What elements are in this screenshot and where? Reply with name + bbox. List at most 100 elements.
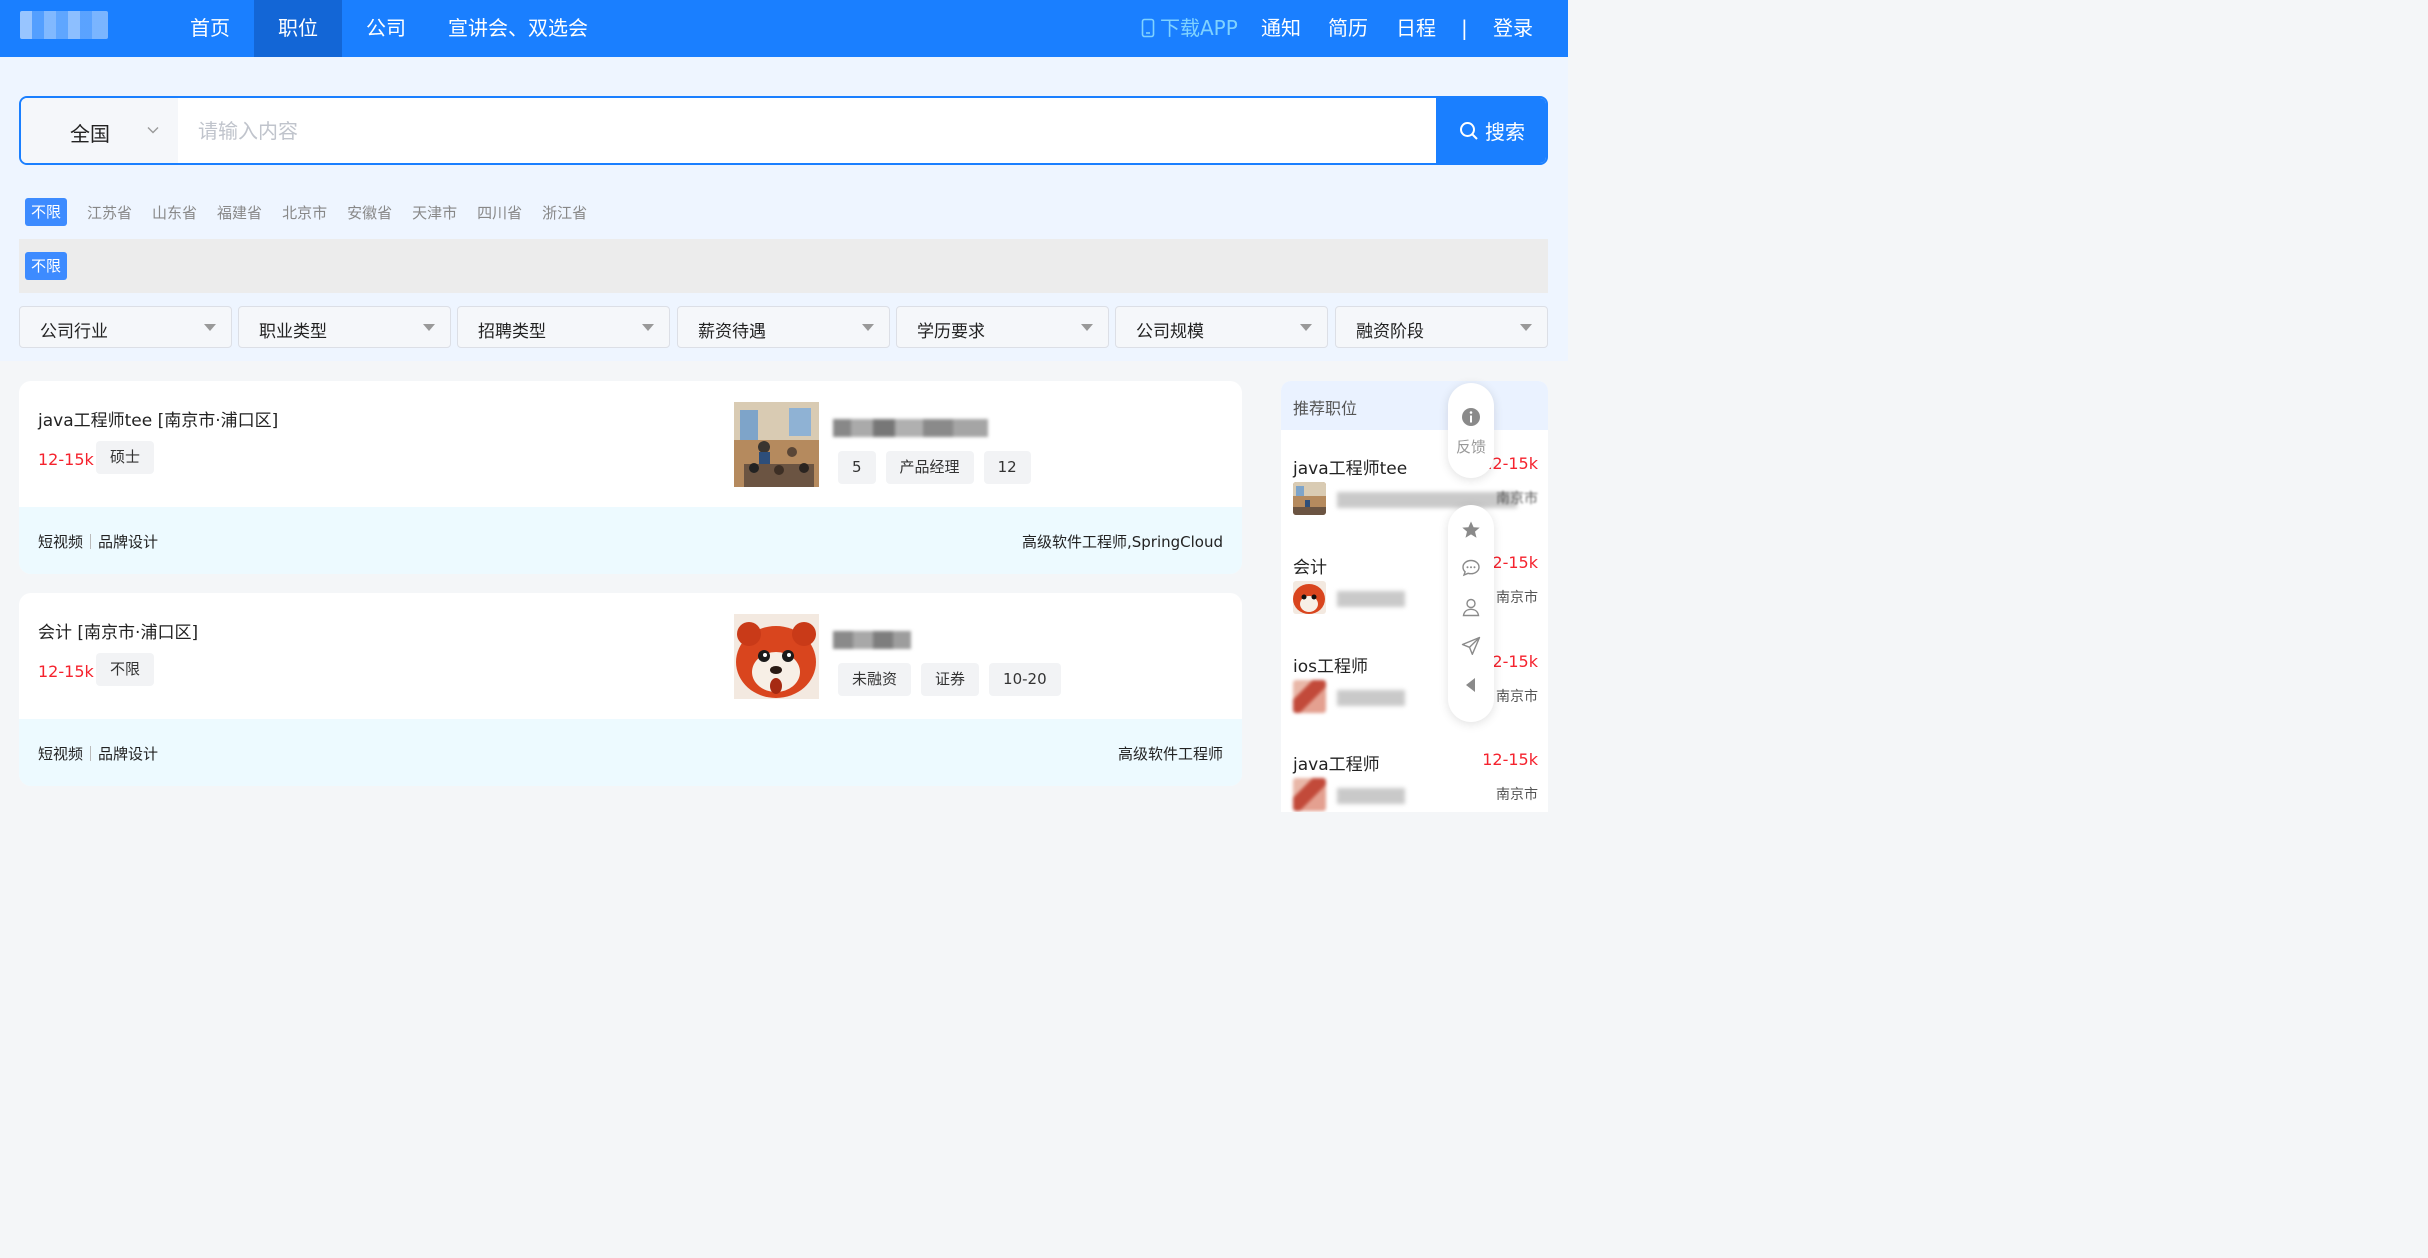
caret-down-icon (1081, 324, 1093, 331)
company-logo[interactable] (734, 402, 819, 487)
recommended-jobs-panel: 推荐职位 java工程师tee 12-15k 南京市 会计 12-15k 南京市… (1281, 381, 1548, 812)
filter-funding[interactable]: 融资阶段 (1335, 306, 1548, 348)
filter-label: 职业类型 (259, 322, 327, 342)
company-name-redacted (1337, 690, 1405, 706)
tag-divider (90, 746, 92, 761)
province-item[interactable]: 江苏省 (87, 202, 132, 223)
search-input[interactable] (178, 98, 1436, 163)
filter-label: 公司行业 (40, 322, 108, 342)
province-filter-row: 不限 江苏省 山东省 福建省 北京市 安徽省 天津市 四川省 浙江省 (25, 198, 587, 226)
province-item[interactable]: 安徽省 (347, 202, 392, 223)
company-name-redacted (1337, 788, 1405, 804)
job-tags: 短视频 品牌设计 (38, 743, 158, 764)
recommended-job-title: java工程师 (1293, 755, 1380, 775)
search-button[interactable]: 搜索 (1436, 98, 1546, 163)
recommended-title: 推荐职位 (1293, 399, 1358, 418)
region-select[interactable]: 全国 (21, 98, 178, 163)
company-logo[interactable] (734, 614, 819, 699)
job-tag: 短视频 (38, 745, 84, 763)
job-title[interactable]: java工程师tee [南京市·浦口区] (38, 406, 278, 431)
filter-label: 融资阶段 (1356, 322, 1424, 342)
job-skills: 高级软件工程师,SpringCloud (1021, 533, 1223, 551)
job-tag: 品牌设计 (98, 533, 159, 551)
job-card-footer: 短视频 品牌设计 高级软件工程师 (19, 719, 1242, 786)
feedback-button[interactable]: 反馈 (1448, 383, 1494, 478)
caret-down-icon (423, 324, 435, 331)
chat-icon[interactable] (1461, 558, 1481, 578)
province-item[interactable]: 北京市 (282, 202, 327, 223)
nav-career-fairs[interactable]: 宣讲会、双选会 (430, 0, 606, 57)
job-salary: 12-15k (38, 662, 94, 681)
province-item[interactable]: 四川省 (477, 202, 522, 223)
info-icon (1462, 408, 1480, 426)
nav-home[interactable]: 首页 (166, 0, 254, 57)
filter-label: 招聘类型 (478, 322, 546, 342)
search-bar: 全国 搜索 (19, 96, 1548, 165)
caret-down-icon (642, 324, 654, 331)
filter-label: 薪资待遇 (698, 322, 766, 342)
filter-job-type[interactable]: 职业类型 (238, 306, 451, 348)
download-app-label: 下载APP (1160, 16, 1238, 40)
company-chip: 5 (838, 451, 876, 484)
recommended-item[interactable]: ios工程师 12-15k 南京市 (1293, 652, 1538, 742)
job-tag: 短视频 (38, 533, 84, 551)
city-any[interactable]: 不限 (25, 252, 68, 280)
download-app-link[interactable]: 下载APP (1140, 0, 1238, 57)
recommended-item[interactable]: 会计 12-15k 南京市 (1293, 553, 1538, 643)
notice-link[interactable]: 通知 (1261, 0, 1301, 57)
schedule-link[interactable]: 日程 (1396, 0, 1436, 57)
province-item[interactable]: 天津市 (412, 202, 457, 223)
recommended-job-city: 南京市 (1496, 491, 1538, 507)
province-item[interactable]: 山东省 (152, 202, 197, 223)
recommended-item[interactable]: java工程师tee 12-15k 南京市 (1293, 454, 1538, 544)
nav-jobs[interactable]: 职位 (254, 0, 342, 57)
recommended-job-title: 会计 (1293, 558, 1327, 578)
company-chip: 12 (983, 451, 1031, 484)
recommended-job-title: ios工程师 (1293, 657, 1368, 677)
nav-companies[interactable]: 公司 (342, 0, 430, 57)
recommended-item[interactable]: java工程师 12-15k 南京市 (1293, 750, 1538, 812)
job-education: 硕士 (96, 441, 155, 474)
filter-company-size[interactable]: 公司规模 (1115, 306, 1328, 348)
collapse-icon[interactable] (1461, 675, 1481, 695)
recommended-job-city: 南京市 (1496, 590, 1538, 606)
recommended-job-city: 南京市 (1496, 689, 1538, 705)
company-chip: 未融资 (838, 663, 912, 696)
province-item[interactable]: 福建省 (217, 202, 262, 223)
star-icon[interactable] (1461, 520, 1481, 540)
province-item[interactable]: 浙江省 (542, 202, 587, 223)
company-chips: 5 产品经理 12 (838, 451, 1031, 484)
user-icon[interactable] (1461, 597, 1481, 617)
company-chips: 未融资 证券 10-20 (838, 663, 1061, 696)
company-name-redacted (1337, 591, 1405, 607)
site-logo[interactable] (20, 11, 108, 39)
recommended-job-title: java工程师tee (1293, 459, 1408, 479)
filter-industry[interactable]: 公司行业 (19, 306, 232, 348)
job-card[interactable]: 会计 [南京市·浦口区] 12-15k 不限 未融资 证券 10-20 短视频品… (19, 593, 1242, 786)
caret-down-icon (1300, 324, 1312, 331)
feedback-label: 反馈 (1456, 438, 1487, 456)
job-skills: 高级软件工程师 (1117, 745, 1223, 763)
filter-salary[interactable]: 薪资待遇 (677, 306, 890, 348)
job-card[interactable]: java工程师tee [南京市·浦口区] 12-15k 硕士 5 产品经理 12… (19, 381, 1242, 574)
company-name-redacted (833, 419, 988, 437)
search-button-label: 搜索 (1485, 120, 1525, 144)
phone-icon (1141, 18, 1155, 38)
job-title[interactable]: 会计 [南京市·浦口区] (38, 618, 198, 643)
nav-divider: | (1461, 16, 1468, 40)
caret-down-icon (862, 324, 874, 331)
search-icon (1460, 121, 1478, 140)
caret-down-icon (1520, 324, 1532, 331)
company-logo (1293, 482, 1326, 515)
company-logo (1293, 581, 1326, 614)
caret-down-icon (204, 324, 216, 331)
company-chip: 10-20 (989, 663, 1061, 696)
province-any[interactable]: 不限 (25, 198, 68, 226)
filter-recruit-type[interactable]: 招聘类型 (457, 306, 670, 348)
login-link[interactable]: 登录 (1493, 0, 1533, 57)
resume-link[interactable]: 简历 (1328, 0, 1368, 57)
job-education: 不限 (96, 653, 155, 686)
job-tags: 短视频 品牌设计 (38, 531, 158, 552)
filter-education[interactable]: 学历要求 (896, 306, 1109, 348)
send-icon[interactable] (1461, 636, 1481, 656)
